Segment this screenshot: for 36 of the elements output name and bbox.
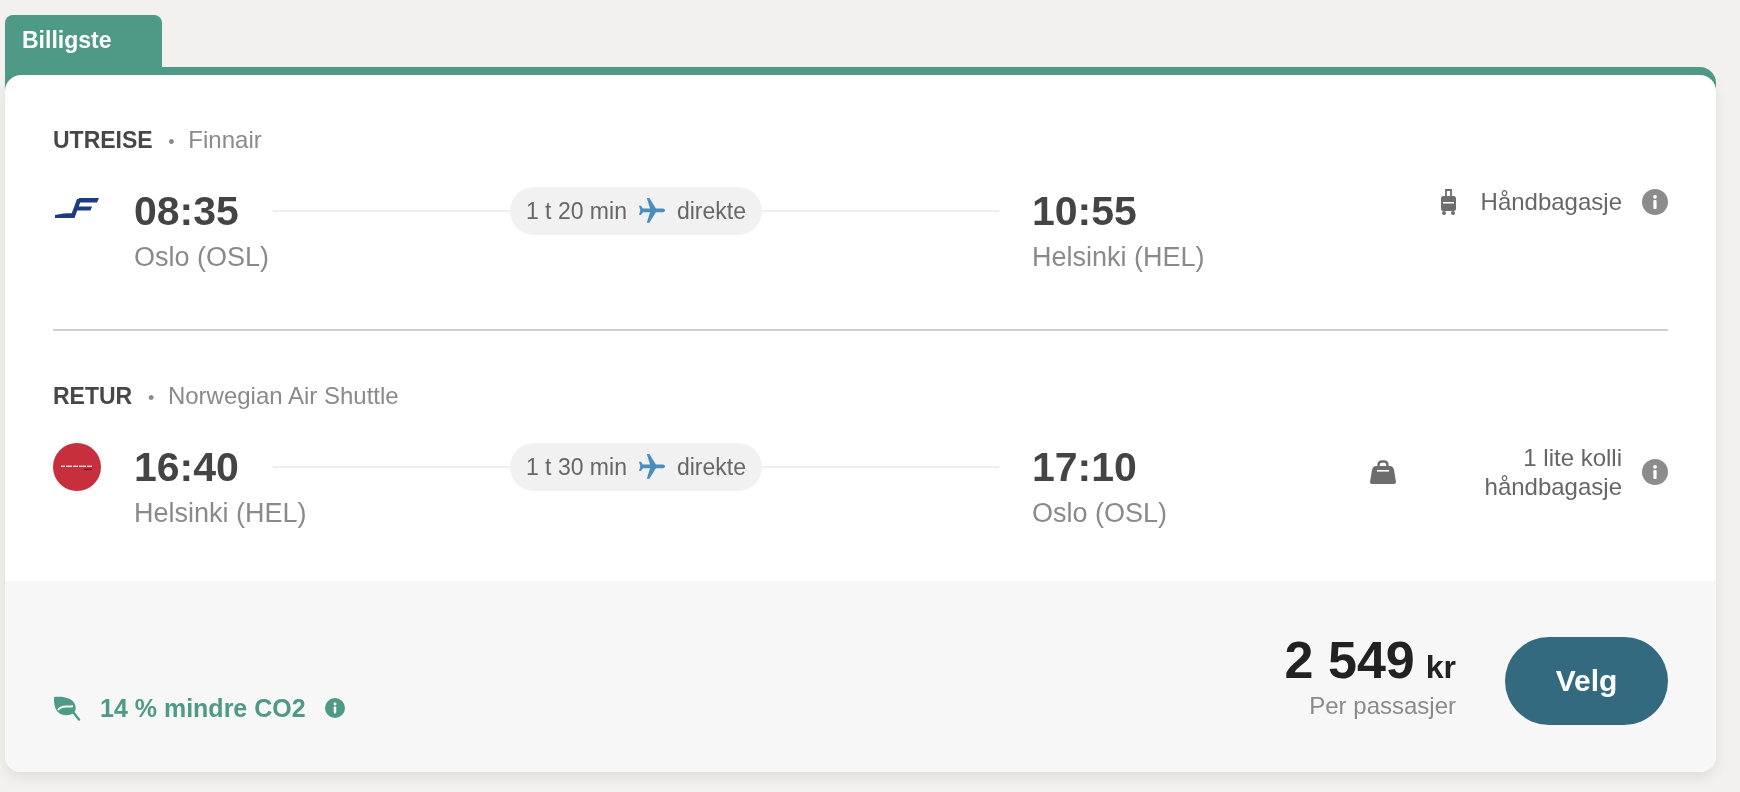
stops-text: direkte [676,453,746,481]
airline-name: Finnair [188,126,262,153]
arrival-airport: Oslo (OSL) [1032,497,1168,529]
duration-text: 1 t 20 min [525,197,627,225]
price-amount: 2 549 [1284,634,1415,686]
airline-logo-icon [55,198,99,218]
select-button[interactable]: Velg [1505,637,1668,725]
departure-time: 08:35 [134,187,239,235]
price-note: Per passasjer [1309,691,1456,720]
co2-text: 14 % mindre CO2 [100,693,306,723]
airline-name: Norwegian Air Shuttle [167,382,399,409]
departure-airport: Oslo (OSL) [134,241,270,273]
airline-logo-icon [53,443,101,491]
leaf-icon [53,695,81,721]
stops-text: direkte [676,197,746,225]
airplane-icon [638,454,665,480]
baggage-text: Håndbagasje [1480,187,1622,216]
airplane-icon [638,198,665,224]
arrival-time: 10:55 [1032,187,1137,235]
departure-time: 16:40 [134,443,239,491]
currency-label: kr [1425,649,1456,686]
departure-airport: Helsinki (HEL) [134,497,307,529]
info-icon[interactable] [1642,459,1668,485]
info-icon[interactable] [324,698,345,718]
category-ribbon: Billigste [5,15,162,67]
arrival-time: 17:10 [1032,443,1137,491]
direction-label: RETUR [53,383,133,409]
info-icon[interactable] [1642,188,1668,215]
duration-text: 1 t 30 min [525,453,627,481]
trolley-suitcase-icon [1439,188,1457,215]
bag-icon [1370,460,1396,484]
arrival-airport: Helsinki (HEL) [1032,241,1205,273]
bullet-separator: • [147,388,155,408]
baggage-text: 1 lite kolli håndbagasje [1483,443,1622,501]
bullet-separator: • [168,132,175,152]
direction-label: UTREISE [53,127,153,153]
